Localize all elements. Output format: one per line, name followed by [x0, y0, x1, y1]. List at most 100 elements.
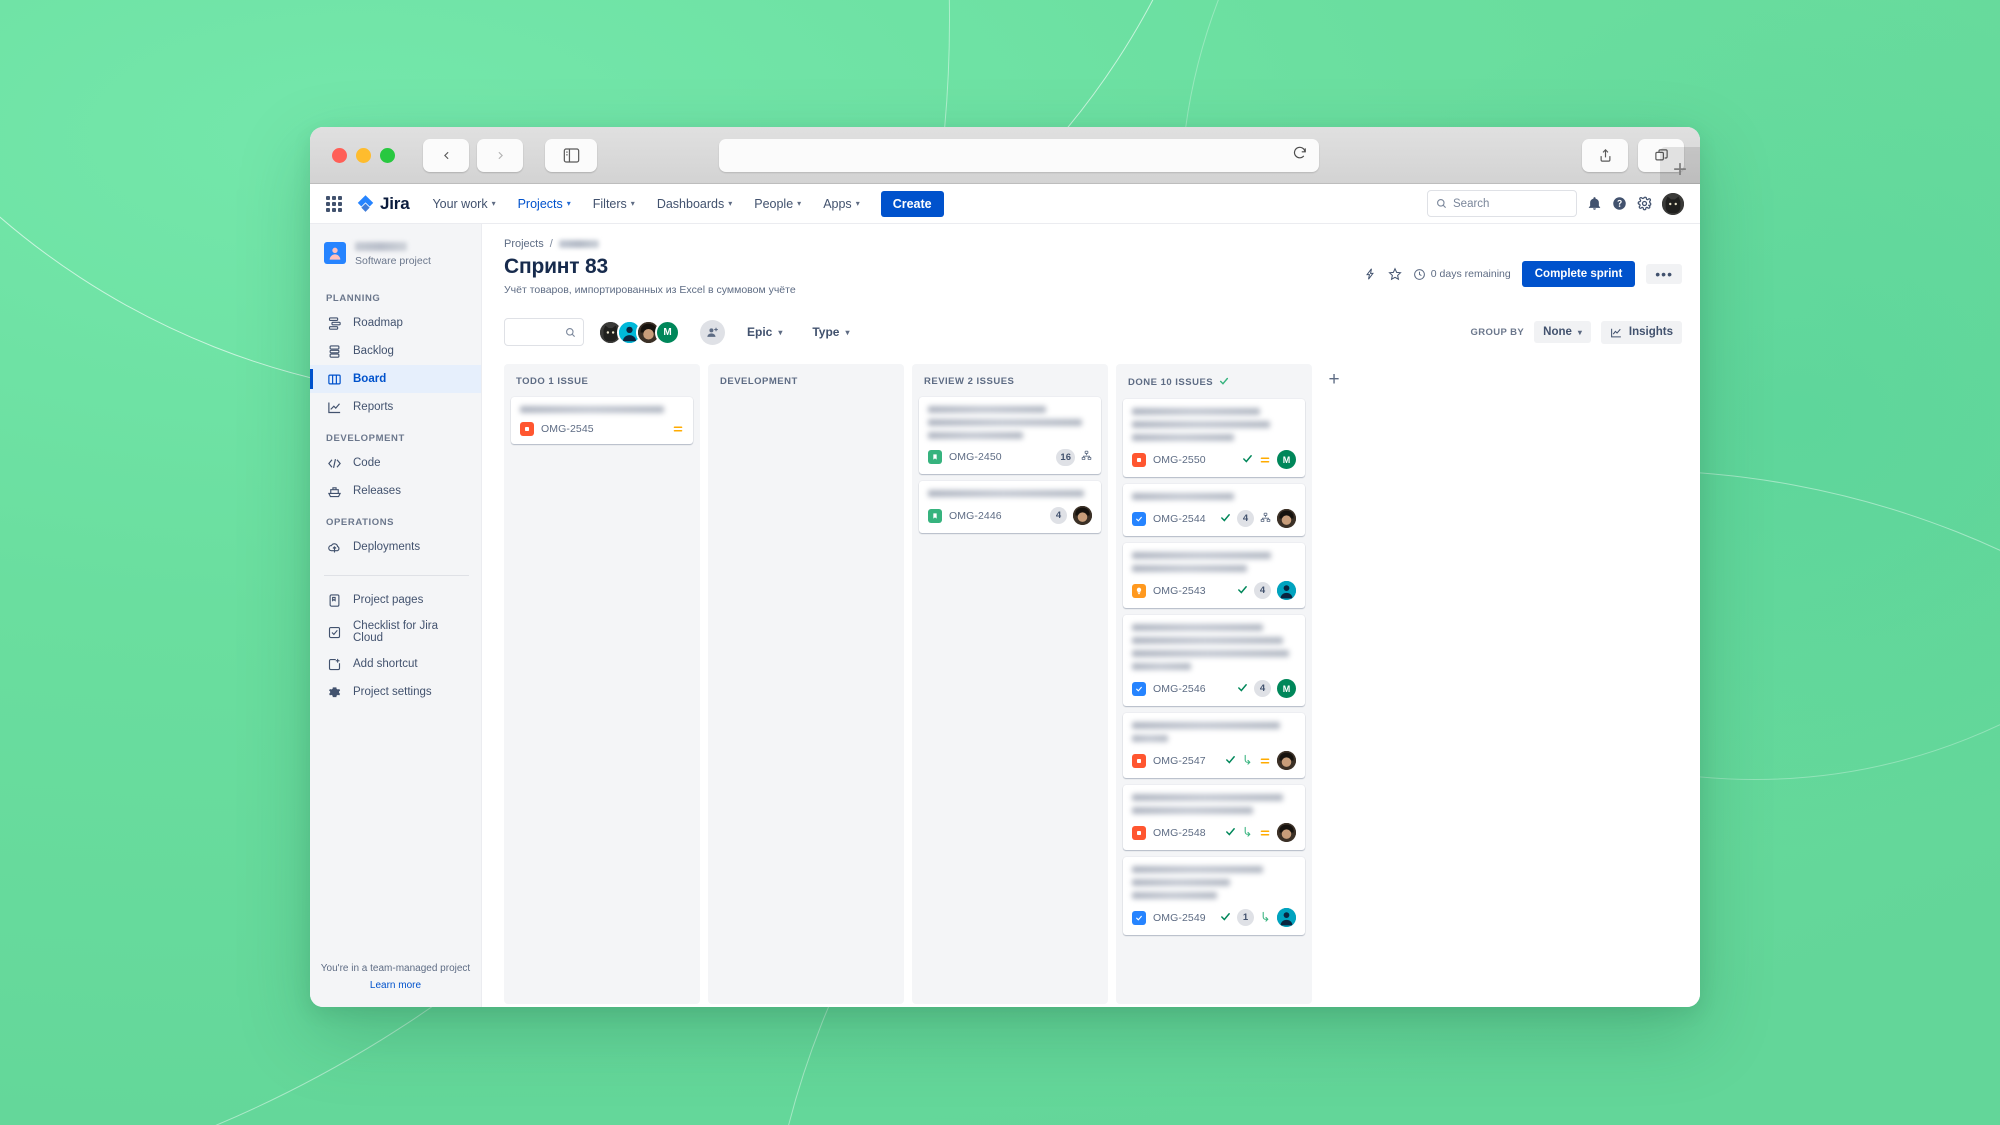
assignee-avatar[interactable]	[1277, 509, 1296, 528]
board-column-review[interactable]: REVIEW 2 ISSUES OMG-2450 16 OMG-2446 4	[912, 364, 1108, 1004]
window-controls[interactable]	[326, 147, 395, 163]
lightning-insights-icon[interactable]	[1363, 267, 1377, 281]
sidebar-item-label: Checklist for Jira Cloud	[353, 620, 438, 644]
column-title: TODO 1 ISSUE	[516, 376, 589, 387]
jira-global-nav: Jira Your work ▾ Projects ▾ Filters ▾ Da…	[310, 184, 1700, 227]
column-title: REVIEW 2 ISSUES	[924, 376, 1015, 387]
project-header[interactable]: Software project	[310, 238, 481, 281]
avatar-initial-m[interactable]: M	[655, 319, 680, 345]
sidebar-toggle-icon[interactable]	[545, 138, 597, 172]
sidebar-item-releases[interactable]: Releases	[310, 477, 481, 505]
share-icon[interactable]	[1582, 138, 1628, 172]
issue-card[interactable]: OMG-2546 4 M	[1123, 615, 1305, 706]
sidebar-item-backlog[interactable]: Backlog	[310, 337, 481, 365]
issue-card[interactable]: OMG-2549 1	[1123, 857, 1305, 935]
address-bar[interactable]	[719, 138, 1319, 172]
nav-dashboards[interactable]: Dashboards ▾	[648, 190, 741, 218]
add-person-icon[interactable]	[700, 319, 725, 345]
reload-icon[interactable]	[1293, 146, 1307, 165]
nav-projects[interactable]: Projects ▾	[509, 190, 580, 227]
learn-more-link[interactable]: Learn more	[310, 980, 481, 991]
deployments-cloud-icon	[326, 539, 342, 555]
nav-your-work[interactable]: Your work ▾	[423, 190, 504, 218]
global-search-input[interactable]: Search	[1427, 190, 1577, 217]
pages-icon	[326, 592, 342, 608]
issue-title-redacted	[1132, 722, 1296, 742]
back-chevron-icon[interactable]	[423, 138, 469, 172]
issue-card[interactable]: OMG-2550 M	[1123, 399, 1305, 477]
sidebar-item-code[interactable]: Code	[310, 449, 481, 477]
board-column-todo[interactable]: TODO 1 ISSUE OMG-2545	[504, 364, 700, 1004]
issue-key[interactable]: OMG-2543	[1153, 585, 1206, 597]
more-actions-button[interactable]: •••	[1646, 264, 1682, 284]
assignee-avatar[interactable]	[1277, 823, 1296, 842]
breadcrumb-projects-link[interactable]: Projects	[504, 238, 544, 250]
minimize-window-button[interactable]	[356, 147, 371, 163]
issue-card[interactable]: OMG-2544 4	[1123, 484, 1305, 536]
issue-key[interactable]: OMG-2450	[949, 451, 1002, 463]
type-filter-dropdown[interactable]: Type ▾	[804, 320, 857, 344]
add-column-button[interactable]: +	[1320, 366, 1348, 394]
nav-filters[interactable]: Filters ▾	[584, 190, 644, 218]
issue-type-bug-icon	[520, 422, 534, 436]
sidebar-item-project-settings[interactable]: Project settings	[310, 678, 481, 706]
issue-key[interactable]: OMG-2446	[949, 510, 1002, 522]
issue-key[interactable]: OMG-2548	[1153, 827, 1206, 839]
sidebar-item-board[interactable]: Board	[310, 365, 481, 393]
help-question-icon[interactable]	[1612, 196, 1627, 211]
sidebar-item-project-pages[interactable]: Project pages	[310, 586, 481, 614]
epic-filter-dropdown[interactable]: Epic ▾	[739, 320, 790, 344]
gear-icon[interactable]	[1637, 196, 1652, 211]
add-shortcut-icon	[326, 656, 342, 672]
issue-key[interactable]: OMG-2545	[541, 423, 594, 435]
issue-card[interactable]: OMG-2450 16	[919, 397, 1101, 474]
issue-card[interactable]: OMG-2545	[511, 397, 693, 444]
board-column-development[interactable]: DEVELOPMENT	[708, 364, 904, 1004]
assignee-avatar[interactable]	[1073, 506, 1092, 525]
board-column-done[interactable]: DONE 10 ISSUES OMG-2550 M OMG-2544 4 OMG…	[1116, 364, 1312, 1004]
assignee-avatar[interactable]: M	[1277, 450, 1296, 469]
breadcrumb-project-redacted[interactable]	[558, 240, 599, 248]
close-window-button[interactable]	[332, 147, 347, 163]
star-icon[interactable]	[1388, 267, 1402, 281]
issue-key[interactable]: OMG-2547	[1153, 755, 1206, 767]
sidebar-item-checklist[interactable]: Checklist for Jira Cloud	[310, 614, 481, 650]
issue-key[interactable]: OMG-2550	[1153, 454, 1206, 466]
issue-key[interactable]: OMG-2544	[1153, 513, 1206, 525]
type-filter-label: Type	[812, 325, 840, 339]
issue-key[interactable]: OMG-2549	[1153, 912, 1206, 924]
chevron-down-icon: ▾	[1577, 327, 1582, 337]
app-switcher-icon[interactable]	[322, 192, 346, 216]
sidebar-item-label: Code	[353, 457, 381, 469]
complete-sprint-button[interactable]: Complete sprint	[1521, 261, 1636, 287]
issue-key[interactable]: OMG-2546	[1153, 683, 1206, 695]
sidebar-item-roadmap[interactable]: Roadmap	[310, 309, 481, 337]
create-button[interactable]: Create	[880, 190, 944, 217]
issue-card[interactable]: OMG-2446 4	[919, 481, 1101, 533]
notifications-bell-icon[interactable]	[1587, 196, 1602, 211]
column-title: DONE 10 ISSUES	[1128, 377, 1214, 388]
issue-card[interactable]: OMG-2547	[1123, 713, 1305, 778]
issue-card[interactable]: OMG-2543 4	[1123, 543, 1305, 608]
nav-apps[interactable]: Apps ▾	[814, 190, 869, 218]
assignee-avatar[interactable]	[1277, 908, 1296, 927]
sidebar-item-reports[interactable]: Reports	[310, 393, 481, 421]
maximize-window-button[interactable]	[380, 147, 395, 163]
sidebar-item-deployments[interactable]: Deployments	[310, 533, 481, 561]
subtasks-icon	[1260, 510, 1271, 528]
assignee-avatar[interactable]	[1277, 581, 1296, 600]
sidebar-item-add-shortcut[interactable]: Add shortcut	[310, 650, 481, 678]
jira-logo[interactable]: Jira	[350, 194, 419, 214]
forward-chevron-icon[interactable]	[477, 138, 523, 172]
assignee-avatar[interactable]	[1277, 751, 1296, 770]
chevron-down-icon: ▾	[491, 199, 496, 208]
board-search-input[interactable]	[504, 318, 584, 346]
search-icon	[1437, 199, 1447, 209]
insights-button[interactable]: Insights	[1600, 320, 1682, 344]
profile-avatar[interactable]	[1662, 192, 1684, 215]
nav-people[interactable]: People ▾	[745, 190, 810, 218]
assignee-avatar[interactable]: M	[1277, 679, 1296, 698]
page-header-actions: 0 days remaining Complete sprint •••	[1363, 255, 1682, 287]
issue-card[interactable]: OMG-2548	[1123, 785, 1305, 850]
group-by-dropdown[interactable]: None ▾	[1534, 321, 1591, 343]
